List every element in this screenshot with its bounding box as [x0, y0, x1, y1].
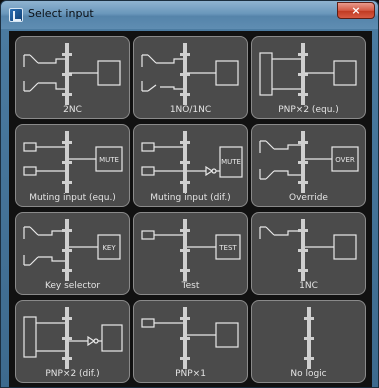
tile-label: 1NC — [299, 281, 318, 291]
tile-label: 1NO/1NC — [169, 105, 212, 115]
box-text: MUTE — [99, 156, 119, 164]
tile-pnp1[interactable]: PNP×1 — [133, 300, 248, 383]
tile-muting-input-equ[interactable]: MUTE Muting input (equ.) — [15, 124, 130, 207]
box-text: TEST — [218, 244, 237, 252]
tile-label: Override — [289, 193, 328, 203]
tile-1nc[interactable]: 1NC — [251, 212, 366, 295]
tile-test[interactable]: TEST Test — [133, 212, 248, 295]
tile-override[interactable]: OVER Override — [251, 124, 366, 207]
box-text: KEY — [102, 244, 116, 252]
tile-label: PNP×2 (dif.) — [45, 369, 100, 379]
tile-label: PNP×2 (equ.) — [278, 105, 339, 115]
select-input-window: Select input × 2NC 1NO/1NC PNP×2 (equ.) … — [0, 0, 379, 388]
title-bar[interactable]: Select input × — [1, 1, 378, 29]
tile-label: Key selector — [44, 281, 101, 291]
tile-1no-1nc[interactable]: 1NO/1NC — [133, 36, 248, 119]
tile-label: Muting input (dif.) — [150, 193, 231, 203]
window-title: Select input — [28, 7, 94, 20]
tile-pnp2-dif[interactable]: PNP×2 (dif.) — [15, 300, 130, 383]
tile-label: Muting input (equ.) — [29, 193, 116, 203]
tile-key-selector[interactable]: KEY Key selector — [15, 212, 130, 295]
tile-label: 2NC — [63, 105, 82, 115]
tile-label: Test — [181, 281, 200, 291]
tile-pnp2-equ[interactable]: PNP×2 (equ.) — [251, 36, 366, 119]
close-icon: × — [351, 4, 361, 17]
input-grid: 2NC 1NO/1NC PNP×2 (equ.) MUTE Muting inp… — [9, 31, 372, 387]
tile-label: PNP×1 — [175, 369, 206, 379]
close-button[interactable]: × — [337, 2, 375, 19]
box-text: MUTE — [221, 158, 241, 166]
tile-2nc[interactable]: 2NC — [15, 36, 130, 119]
tile-muting-input-dif[interactable]: MUTE Muting input (dif.) — [133, 124, 248, 207]
box-text: OVER — [335, 156, 355, 164]
tile-label: No logic — [290, 369, 327, 379]
app-icon — [9, 8, 23, 22]
tile-no-logic[interactable]: No logic — [251, 300, 366, 383]
